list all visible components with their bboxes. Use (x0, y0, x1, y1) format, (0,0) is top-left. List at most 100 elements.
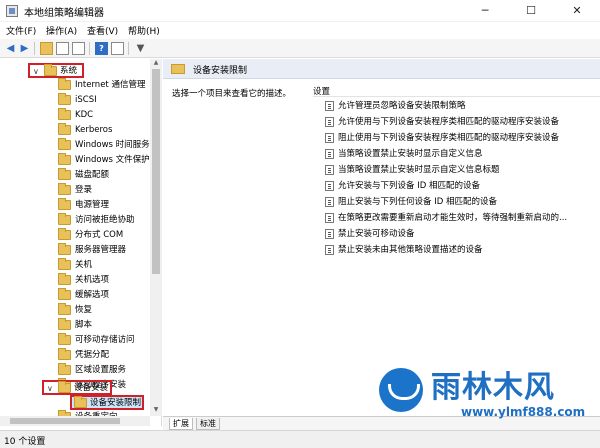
chevron-down-icon[interactable]: ∨ (33, 65, 43, 78)
scroll-down-icon[interactable]: ▼ (150, 406, 162, 416)
tree-item-label: 关机选项 (75, 275, 110, 285)
setting-label: 禁止安装未由其他策略设置描述的设备 (338, 245, 483, 255)
column-header-setting[interactable]: 设置 (313, 83, 600, 97)
tree-item-device-install[interactable]: ∨ 设备安装 (42, 380, 112, 395)
app-icon (6, 5, 18, 17)
folder-icon (58, 183, 71, 195)
title-bar: 本地组策略编辑器 ─ ☐ ✕ (0, 0, 600, 22)
tree-item-label: 服务器管理器 (75, 245, 127, 255)
setting-label: 当策略设置禁止安装时显示自定义信息 (338, 149, 483, 159)
tree-item-label: 分布式 COM (75, 230, 124, 240)
filter-icon[interactable]: ▼ (134, 42, 147, 55)
policy-setting-icon (325, 229, 334, 239)
setting-label: 允许安装与下列设备 ID 相匹配的设备 (338, 181, 480, 191)
watermark-brand: 雨林木风 (431, 370, 555, 405)
close-button[interactable]: ✕ (554, 0, 600, 22)
policy-setting-icon (325, 213, 334, 223)
folder-icon (58, 381, 71, 393)
policy-setting-icon (325, 197, 334, 207)
folder-icon (58, 78, 71, 90)
tree-item-label: Windows 文件保护 (75, 155, 150, 165)
tree-item-label: 登录 (75, 185, 93, 195)
setting-label: 允许使用与下列设备安装程序类相匹配的驱动程序安装设备 (338, 117, 560, 127)
folder-icon (58, 93, 71, 105)
folder-icon (58, 333, 71, 345)
policy-setting-icon (325, 149, 334, 159)
toolbar-separator (34, 42, 35, 55)
tree-item-label: 凭据分配 (75, 350, 110, 360)
window-title: 本地组策略编辑器 (24, 8, 104, 19)
folder-icon (58, 288, 71, 300)
maximize-button[interactable]: ☐ (508, 0, 554, 22)
menu-help[interactable]: 帮助(H) (128, 24, 160, 37)
scrollbar-thumb[interactable] (10, 418, 120, 424)
tab-standard[interactable]: 标准 (196, 418, 220, 430)
folder-icon (58, 198, 71, 210)
folder-icon (58, 213, 71, 225)
scrollbar-thumb[interactable] (152, 69, 160, 274)
show-hide-tree-icon[interactable] (56, 42, 69, 55)
setting-label: 禁止安装可移动设备 (338, 229, 415, 239)
policy-setting-icon (325, 117, 334, 127)
scroll-up-icon[interactable]: ▲ (150, 59, 162, 69)
folder-icon (58, 153, 71, 165)
folder-icon (44, 64, 57, 76)
setting-label: 阻止使用与下列设备安装程序类相匹配的驱动程序安装设备 (338, 133, 560, 143)
column-header-label: 设置 (313, 87, 331, 97)
tree-item-label: 关机 (75, 260, 93, 270)
tree-item-label: 电源管理 (75, 200, 110, 210)
tree-item-label: 可移动存储访问 (75, 335, 135, 345)
up-folder-icon[interactable] (40, 42, 53, 55)
tab-extended[interactable]: 扩展 (169, 418, 193, 430)
policy-setting-icon (325, 101, 334, 111)
chevron-down-icon[interactable]: ∨ (47, 382, 57, 395)
folder-icon (58, 363, 71, 375)
setting-label: 允许管理员忽略设备安装限制策略 (338, 101, 466, 111)
setting-label: 阻止安装与下列任何设备 ID 相匹配的设备 (338, 197, 497, 207)
toolbar-separator (128, 42, 129, 55)
watermark: 雨林木风 www.ylmf888.com (375, 362, 600, 432)
tree-horizontal-scrollbar[interactable] (0, 416, 150, 426)
properties-icon[interactable] (111, 42, 124, 55)
minimize-button[interactable]: ─ (462, 0, 508, 22)
tree-pane: ∨ 系统 Internet 通信管理 iSCSI KDC Kerberos Wi… (0, 59, 162, 426)
tree-item-label: 脚本 (75, 320, 93, 330)
details-header: 设备安装限制 (163, 59, 600, 79)
tree-item-label: Windows 时间服务 (75, 140, 150, 150)
menu-file[interactable]: 文件(F) (6, 24, 36, 37)
folder-icon (58, 138, 71, 150)
description-hint: 选择一个项目来查看它的描述。 (172, 89, 292, 99)
help-icon[interactable]: ? (95, 42, 108, 55)
setting-label: 当策略设置禁止安装时显示自定义信息标题 (338, 165, 500, 175)
tree-item-label: 缓解选项 (75, 290, 110, 300)
tree-item-label: 区域设置服务 (75, 365, 127, 375)
folder-icon (58, 243, 71, 255)
setting-label: 在策略更改需要重新启动才能生效时，等待强制重新启动的... (338, 213, 568, 223)
folder-icon (58, 123, 71, 135)
menu-bar: 文件(F) 操作(A) 查看(V) 帮助(H) (0, 22, 600, 39)
menu-view[interactable]: 查看(V) (87, 24, 118, 37)
tree-item-label: 磁盘配额 (75, 170, 110, 180)
policy-setting-icon (325, 245, 334, 255)
back-arrow-icon[interactable]: ◀ (4, 42, 17, 55)
toolbar-separator (89, 42, 90, 55)
tree-item-label: Internet 通信管理 (75, 80, 146, 90)
details-title: 设备安装限制 (193, 66, 248, 76)
folder-icon (58, 303, 71, 315)
folder-icon (74, 396, 87, 408)
tree-item-label: 设备安装限制 (90, 398, 142, 408)
tree-item-system[interactable]: ∨ 系统 (28, 63, 84, 78)
menu-action[interactable]: 操作(A) (46, 24, 77, 37)
folder-icon (58, 228, 71, 240)
tree-item-label: 恢复 (75, 305, 93, 315)
watermark-url: www.ylmf888.com (461, 405, 586, 419)
folder-icon (58, 318, 71, 330)
policy-setting-icon (325, 181, 334, 191)
tree-vertical-scrollbar[interactable]: ▲ ▼ (150, 59, 162, 416)
tree-item-label: 系统 (60, 66, 78, 76)
forward-arrow-icon[interactable]: ▶ (18, 42, 31, 55)
tree-item-device-install-restrictions[interactable]: 设备安装限制 (70, 395, 144, 410)
export-list-icon[interactable] (72, 42, 85, 55)
tree-item-label: iSCSI (75, 95, 97, 105)
tree-item-label: Kerberos (75, 125, 113, 135)
